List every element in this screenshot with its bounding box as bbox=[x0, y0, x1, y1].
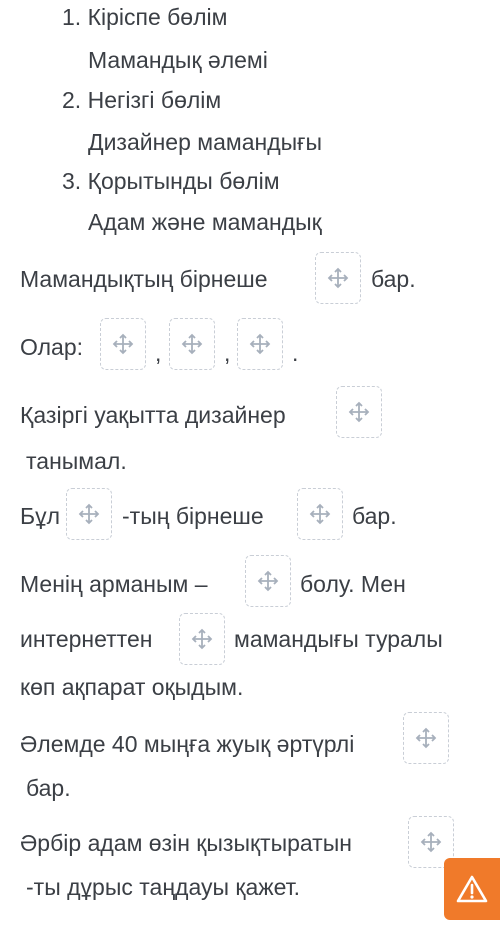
sentence-1-after: бар. bbox=[371, 266, 416, 292]
sentence-2-sep1: , bbox=[155, 340, 162, 366]
sentence-2-end: . bbox=[292, 340, 299, 366]
report-problem-button[interactable] bbox=[444, 858, 500, 920]
outline-title: Негізгі бөлім bbox=[87, 87, 222, 113]
move-crosshair-icon bbox=[420, 831, 442, 853]
move-crosshair-icon bbox=[348, 401, 370, 423]
sentence-2-sep2: , bbox=[224, 340, 231, 366]
sentence-7-before: Әрбір адам өзін қызықтыратын bbox=[20, 830, 352, 856]
outline-sub-3: Адам және мамандық bbox=[88, 209, 322, 235]
drop-slot-6[interactable] bbox=[66, 488, 112, 540]
sentence-1-before: Мамандықтың бірнеше bbox=[20, 266, 268, 292]
sentence-5-after: болу. Мен bbox=[300, 571, 406, 597]
outline-num: 2. bbox=[62, 87, 82, 113]
move-crosshair-icon bbox=[181, 333, 203, 355]
drop-slot-9[interactable] bbox=[179, 613, 225, 665]
sentence-5-before: Менің арманым – bbox=[20, 571, 208, 597]
sentence-3-before: Қазіргі уақытта дизайнер bbox=[20, 402, 286, 428]
outline-sub-2: Дизайнер мамандығы bbox=[88, 129, 323, 155]
drop-slot-1[interactable] bbox=[315, 252, 361, 304]
outline-item-1: 1. Кіріспе бөлім bbox=[62, 4, 227, 31]
sentence-4-before: Бұл bbox=[20, 503, 61, 529]
drop-slot-2[interactable] bbox=[100, 318, 146, 370]
sentence-5-line2-after: мамандығы туралы bbox=[234, 626, 443, 652]
move-crosshair-icon bbox=[415, 727, 437, 749]
sentence-3-line2: танымал. bbox=[26, 448, 127, 474]
outline-title: Қорытынды бөлім bbox=[87, 168, 280, 194]
move-crosshair-icon bbox=[309, 503, 331, 525]
outline-sub-1: Мамандық әлемі bbox=[88, 47, 268, 73]
warning-triangle-icon bbox=[456, 875, 488, 903]
outline-num: 1. bbox=[62, 4, 82, 30]
drop-slot-8[interactable] bbox=[245, 555, 291, 607]
outline-num: 3. bbox=[62, 168, 82, 194]
move-crosshair-icon bbox=[191, 628, 213, 650]
sentence-2-before: Олар: bbox=[20, 334, 84, 360]
sentence-6-before: Әлемде 40 мыңға жуық әртүрлі bbox=[20, 731, 355, 757]
sentence-4-after: бар. bbox=[352, 503, 397, 529]
sentence-5-line2-before: интернеттен bbox=[20, 626, 153, 652]
drop-slot-4[interactable] bbox=[237, 318, 283, 370]
drop-slot-7[interactable] bbox=[297, 488, 343, 540]
move-crosshair-icon bbox=[257, 570, 279, 592]
drop-slot-5[interactable] bbox=[336, 386, 382, 438]
outline-title: Кіріспе бөлім bbox=[87, 4, 228, 30]
drop-slot-3[interactable] bbox=[169, 318, 215, 370]
sentence-4-mid: -тың бірнеше bbox=[122, 503, 264, 529]
sentence-7-line2: -ты дұрыс таңдауы қажет. bbox=[26, 874, 301, 900]
outline-item-2: 2. Негізгі бөлім bbox=[62, 87, 221, 114]
sentence-5-line3: көп ақпарат оқыдым. bbox=[20, 674, 244, 700]
sentence-6-line2: бар. bbox=[26, 775, 71, 801]
outline-item-3: 3. Қорытынды бөлім bbox=[62, 168, 280, 195]
drop-slot-10[interactable] bbox=[403, 712, 449, 764]
move-crosshair-icon bbox=[249, 333, 271, 355]
move-crosshair-icon bbox=[327, 267, 349, 289]
move-crosshair-icon bbox=[78, 503, 100, 525]
move-crosshair-icon bbox=[112, 333, 134, 355]
